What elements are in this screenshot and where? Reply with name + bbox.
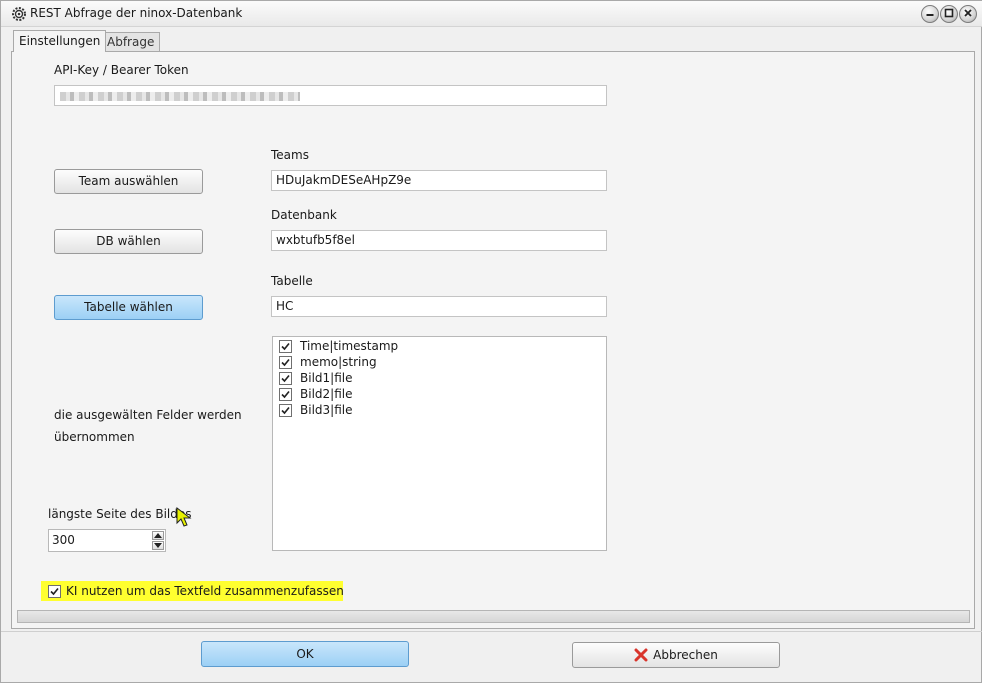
table-select-button[interactable]: Tabelle wählen <box>54 295 203 320</box>
minimize-button[interactable] <box>921 5 939 23</box>
redacted-token-mask <box>60 92 300 101</box>
spin-down-button[interactable] <box>152 541 164 550</box>
mouse-cursor-icon <box>176 506 192 527</box>
checkmark-icon <box>281 374 290 382</box>
ki-checkbox-label: KI nutzen um das Textfeld zusammenzufass… <box>66 584 344 598</box>
footer-divider <box>1 631 982 632</box>
ki-checkbox[interactable] <box>48 584 61 598</box>
caret-up-icon <box>154 533 162 538</box>
api-key-label: API-Key / Bearer Token <box>54 63 189 77</box>
checkmark-icon <box>281 406 290 414</box>
tabelle-label: Tabelle <box>271 274 313 288</box>
db-select-button[interactable]: DB wählen <box>54 229 203 254</box>
checkbox[interactable] <box>279 355 292 369</box>
tabelle-input[interactable]: HC <box>271 296 607 317</box>
list-item[interactable]: Bild2|file <box>279 386 352 402</box>
fields-checklist[interactable]: Time|timestamp memo|string Bild1|file Bi… <box>272 336 607 551</box>
checkmark-icon <box>281 342 290 350</box>
cancel-label: Abbrechen <box>653 648 718 662</box>
fields-note-line1: die ausgewälten Felder werden <box>54 408 242 422</box>
spin-up-button[interactable] <box>152 531 164 540</box>
red-x-icon <box>634 648 648 662</box>
fields-note-line2: übernommen <box>54 430 135 444</box>
checkbox[interactable] <box>279 339 292 353</box>
datenbank-input[interactable]: wxbtufb5f8el <box>271 230 607 251</box>
field-label: Bild1|file <box>300 371 353 385</box>
teams-input[interactable]: HDuJakmDESeAHpZ9e <box>271 170 607 191</box>
list-item[interactable]: Bild3|file <box>279 402 352 418</box>
image-size-value: 300 <box>52 533 75 547</box>
close-button[interactable] <box>959 5 977 23</box>
minimize-icon <box>925 7 935 21</box>
dialog-window: REST Abfrage der ninox-Datenbank Einstel… <box>0 0 982 683</box>
datenbank-label: Datenbank <box>271 208 337 222</box>
field-label: Bild2|file <box>300 387 353 401</box>
cancel-button[interactable]: Abbrechen <box>572 642 780 668</box>
ki-checkbox-row[interactable]: KI nutzen um das Textfeld zusammenzufass… <box>48 584 344 598</box>
image-size-label: längste Seite des Bildes <box>48 507 192 521</box>
app-gear-icon <box>11 6 27 22</box>
maximize-button[interactable] <box>940 5 958 23</box>
checkbox[interactable] <box>279 403 292 417</box>
checkmark-icon <box>281 390 290 398</box>
checkmark-icon <box>50 587 59 595</box>
teams-label: Teams <box>271 148 309 162</box>
checkbox[interactable] <box>279 371 292 385</box>
list-item[interactable]: memo|string <box>279 354 377 370</box>
ok-button[interactable]: OK <box>201 641 409 667</box>
checkmark-icon <box>281 358 290 366</box>
field-label: Time|timestamp <box>300 339 399 353</box>
tab-abfrage[interactable]: Abfrage <box>101 32 161 51</box>
progress-bar <box>17 610 970 623</box>
caret-down-icon <box>154 543 162 548</box>
api-key-input[interactable] <box>54 85 607 106</box>
image-size-spinbox[interactable]: 300 <box>48 529 166 552</box>
checkbox[interactable] <box>279 387 292 401</box>
tab-einstellungen[interactable]: Einstellungen <box>13 30 107 52</box>
title-bar[interactable]: REST Abfrage der ninox-Datenbank <box>1 1 982 27</box>
field-label: memo|string <box>300 355 377 369</box>
window-title: REST Abfrage der ninox-Datenbank <box>30 6 243 20</box>
field-label: Bild3|file <box>300 403 353 417</box>
list-item[interactable]: Bild1|file <box>279 370 352 386</box>
list-item[interactable]: Time|timestamp <box>279 338 398 354</box>
maximize-icon <box>944 7 954 21</box>
team-select-button[interactable]: Team auswählen <box>54 169 203 194</box>
close-icon <box>963 7 973 21</box>
